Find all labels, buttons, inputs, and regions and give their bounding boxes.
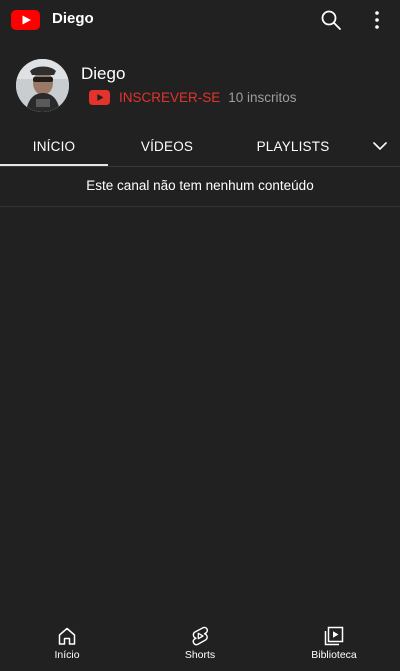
avatar-image [16, 59, 69, 112]
search-icon[interactable] [320, 9, 342, 31]
nav-label-home: Início [54, 649, 80, 661]
nav-item-shorts[interactable]: Shorts [155, 625, 245, 661]
avatar[interactable] [16, 59, 69, 112]
shorts-icon [192, 626, 208, 646]
tab-playlists[interactable]: PLAYLISTS [240, 126, 346, 166]
bottom-navigation: Início Shorts Biblioteca [0, 615, 400, 671]
tab-videos[interactable]: VÍDEOS [113, 126, 221, 166]
channel-title: Diego [52, 10, 94, 27]
empty-state-message: Este canal não tem nenhum conteúdo [86, 178, 314, 193]
more-vertical-icon[interactable] [367, 9, 387, 31]
library-icon [324, 626, 344, 646]
home-icon [58, 627, 76, 645]
channel-name: Diego [81, 64, 126, 83]
nav-label-shorts: Shorts [184, 649, 216, 661]
tab-inicio[interactable]: INÍCIO [0, 126, 108, 166]
subscribe-button[interactable]: INSCREVER-SE [119, 90, 220, 105]
nav-item-home[interactable]: Início [22, 625, 112, 661]
youtube-subscribe-icon[interactable] [89, 90, 110, 105]
youtube-logo-icon[interactable] [11, 10, 40, 30]
content-divider [0, 206, 400, 207]
chevron-down-icon[interactable] [372, 138, 388, 154]
channel-tabs: INÍCIO VÍDEOS PLAYLISTS [0, 126, 400, 166]
top-app-bar: Diego [0, 0, 400, 40]
nav-label-library: Biblioteca [311, 649, 357, 661]
subscribe-row: INSCREVER-SE 10 inscritos [89, 90, 297, 105]
nav-item-library[interactable]: Biblioteca [289, 625, 379, 661]
tabs-divider [0, 166, 400, 167]
channel-header: Diego INSCREVER-SE 10 inscritos [0, 44, 400, 126]
subscriber-count: 10 inscritos [228, 90, 297, 105]
